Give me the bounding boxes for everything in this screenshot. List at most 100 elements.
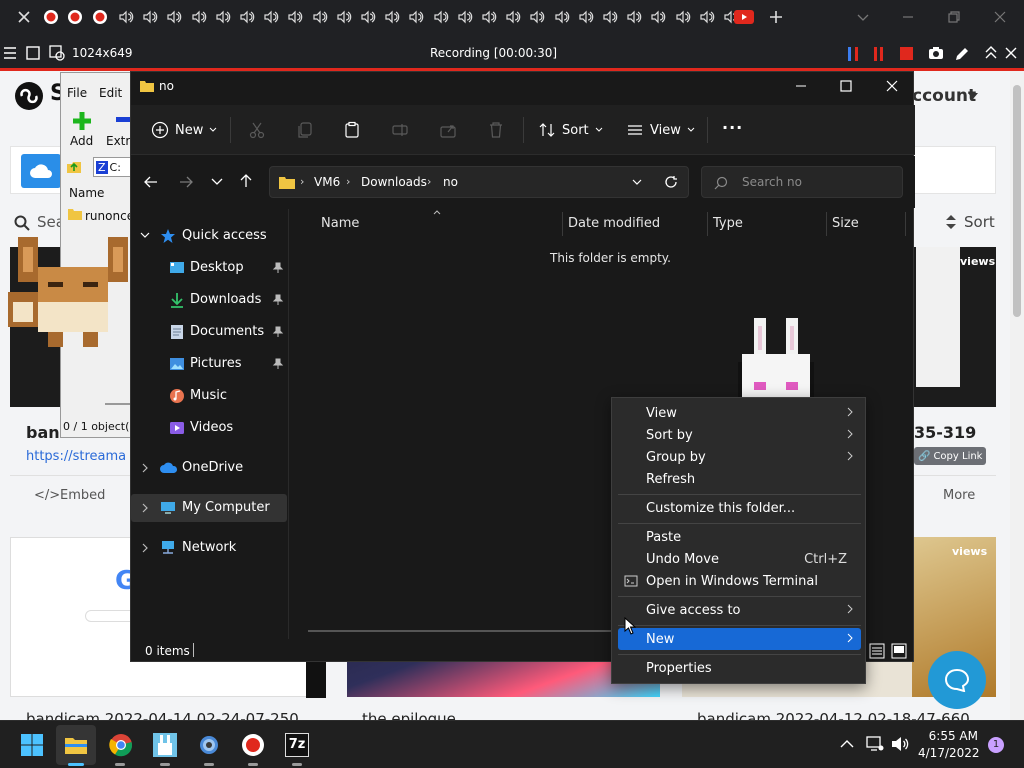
nav-music[interactable]: Music <box>131 382 287 410</box>
bunny-app-icon[interactable] <box>153 733 177 757</box>
menu-item-undo-move[interactable]: Undo Move Ctrl+Z <box>618 548 861 570</box>
nav-desktop[interactable]: Desktop <box>131 254 287 282</box>
nav-quick-access[interactable]: Quick access <box>131 222 287 250</box>
menu-item-paste[interactable]: Paste <box>618 526 861 548</box>
breadcrumb-downloads[interactable]: Downloads <box>361 175 427 189</box>
camera-icon[interactable] <box>928 46 944 60</box>
close-icon[interactable] <box>1005 47 1017 59</box>
audio-tab-icon[interactable] <box>142 9 158 25</box>
new-button[interactable]: New <box>151 118 217 142</box>
chevron-down-icon[interactable] <box>632 179 642 186</box>
menu-item-group-by[interactable]: Group by <box>618 446 861 468</box>
menu-item-give-access[interactable]: Give access to <box>618 599 861 621</box>
add-icon[interactable] <box>72 111 92 131</box>
settings-gear-icon[interactable] <box>197 733 221 757</box>
audio-tab-icon[interactable] <box>650 9 666 25</box>
restore-icon[interactable] <box>946 9 962 25</box>
sort-button[interactable]: Sort <box>538 118 603 142</box>
column-header-date-modified[interactable]: Date modified <box>568 216 660 231</box>
pause-icon[interactable] <box>872 46 886 62</box>
menu-item-open-terminal[interactable]: Open in Windows Terminal <box>618 570 861 592</box>
nav-my-computer[interactable]: My Computer <box>131 494 287 522</box>
audio-tab-icon[interactable] <box>699 9 715 25</box>
embed-button[interactable]: Embed <box>60 488 105 503</box>
menu-file[interactable]: File <box>67 86 87 100</box>
audio-tab-icon[interactable] <box>118 9 134 25</box>
audio-tab-icon[interactable] <box>626 9 642 25</box>
copy-button[interactable] <box>296 118 314 142</box>
audio-tab-icon[interactable] <box>215 9 231 25</box>
volume-icon[interactable] <box>891 736 909 752</box>
pin-icon[interactable] <box>272 294 284 306</box>
start-windows-icon[interactable] <box>20 733 44 757</box>
minimize-icon[interactable] <box>795 80 807 92</box>
add-button[interactable]: Add <box>70 134 93 148</box>
video-thumbnail[interactable]: views <box>912 247 996 407</box>
maximize-icon[interactable] <box>840 80 852 92</box>
chevron-down-icon[interactable] <box>967 91 979 101</box>
chevron-down-icon[interactable] <box>211 178 223 186</box>
column-separator[interactable] <box>707 212 708 236</box>
pin-icon[interactable] <box>272 326 284 338</box>
audio-tab-icon[interactable] <box>360 9 376 25</box>
menu-item-refresh[interactable]: Refresh <box>618 468 861 490</box>
chevron-up-icon[interactable] <box>985 46 997 60</box>
details-view-icon[interactable] <box>869 643 885 659</box>
column-separator[interactable] <box>826 212 827 236</box>
tiles-view-icon[interactable] <box>891 643 907 659</box>
recorder-app-icon[interactable] <box>241 733 265 757</box>
rename-button[interactable] <box>391 118 409 142</box>
sort-button[interactable]: Sort <box>964 213 995 231</box>
nav-onedrive[interactable]: OneDrive <box>131 454 287 482</box>
pin-icon[interactable] <box>272 262 284 274</box>
chrome-icon[interactable] <box>109 733 133 757</box>
7zip-app-icon[interactable]: 7z <box>285 733 309 757</box>
audio-tab-icon[interactable] <box>433 9 449 25</box>
record-tab-icon[interactable] <box>67 9 83 25</box>
nav-downloads[interactable]: Downloads <box>131 286 287 314</box>
delete-button[interactable] <box>487 118 505 142</box>
network-status-icon[interactable] <box>866 736 884 752</box>
more-options-button[interactable]: ··· <box>722 118 743 137</box>
refresh-icon[interactable] <box>664 175 678 189</box>
menu-icon[interactable] <box>3 47 17 59</box>
stream-link[interactable]: https://streama <box>26 449 126 464</box>
paste-button[interactable] <box>343 118 361 142</box>
menu-item-properties[interactable]: Properties <box>618 657 861 679</box>
audio-tab-icon[interactable] <box>336 9 352 25</box>
window-close-icon[interactable] <box>992 9 1008 25</box>
pause-icon[interactable] <box>846 46 862 62</box>
audio-tab-icon[interactable] <box>408 9 424 25</box>
forward-arrow-icon[interactable] <box>179 175 193 189</box>
audio-tab-icon[interactable] <box>554 9 570 25</box>
nav-network[interactable]: Network <box>131 534 287 562</box>
address-bar[interactable]: › VM6 › Downloads › no <box>269 166 689 198</box>
column-header-name[interactable]: Name <box>321 216 359 231</box>
column-header-type[interactable]: Type <box>713 216 743 231</box>
menu-edit[interactable]: Edit <box>99 86 122 100</box>
close-icon[interactable] <box>886 80 898 92</box>
audio-tab-icon[interactable] <box>602 9 618 25</box>
more-button[interactable]: More <box>943 488 975 503</box>
chevron-up-icon[interactable] <box>840 739 854 749</box>
back-arrow-icon[interactable] <box>144 175 158 189</box>
upload-button[interactable] <box>21 154 61 188</box>
menu-item-new[interactable]: New <box>618 628 861 650</box>
audio-tab-icon[interactable] <box>529 9 545 25</box>
nav-videos[interactable]: Videos <box>131 414 287 442</box>
chevron-down-icon[interactable] <box>855 9 871 25</box>
column-separator[interactable] <box>562 212 563 236</box>
extract-icon[interactable] <box>116 117 130 125</box>
audio-tab-icon[interactable] <box>312 9 328 25</box>
share-button[interactable] <box>439 118 457 142</box>
page-scrollbar[interactable] <box>1010 71 1024 721</box>
pin-icon[interactable] <box>272 358 284 370</box>
search-box[interactable]: Search no <box>701 166 903 198</box>
audio-tab-icon[interactable] <box>457 9 473 25</box>
cut-button[interactable] <box>248 118 266 142</box>
menu-item-view[interactable]: View <box>618 402 861 424</box>
menu-item-sort-by[interactable]: Sort by <box>618 424 861 446</box>
breadcrumb-vm6[interactable]: VM6 <box>314 175 340 189</box>
folder-up-icon[interactable] <box>66 159 82 175</box>
audio-tab-icon[interactable] <box>505 9 521 25</box>
